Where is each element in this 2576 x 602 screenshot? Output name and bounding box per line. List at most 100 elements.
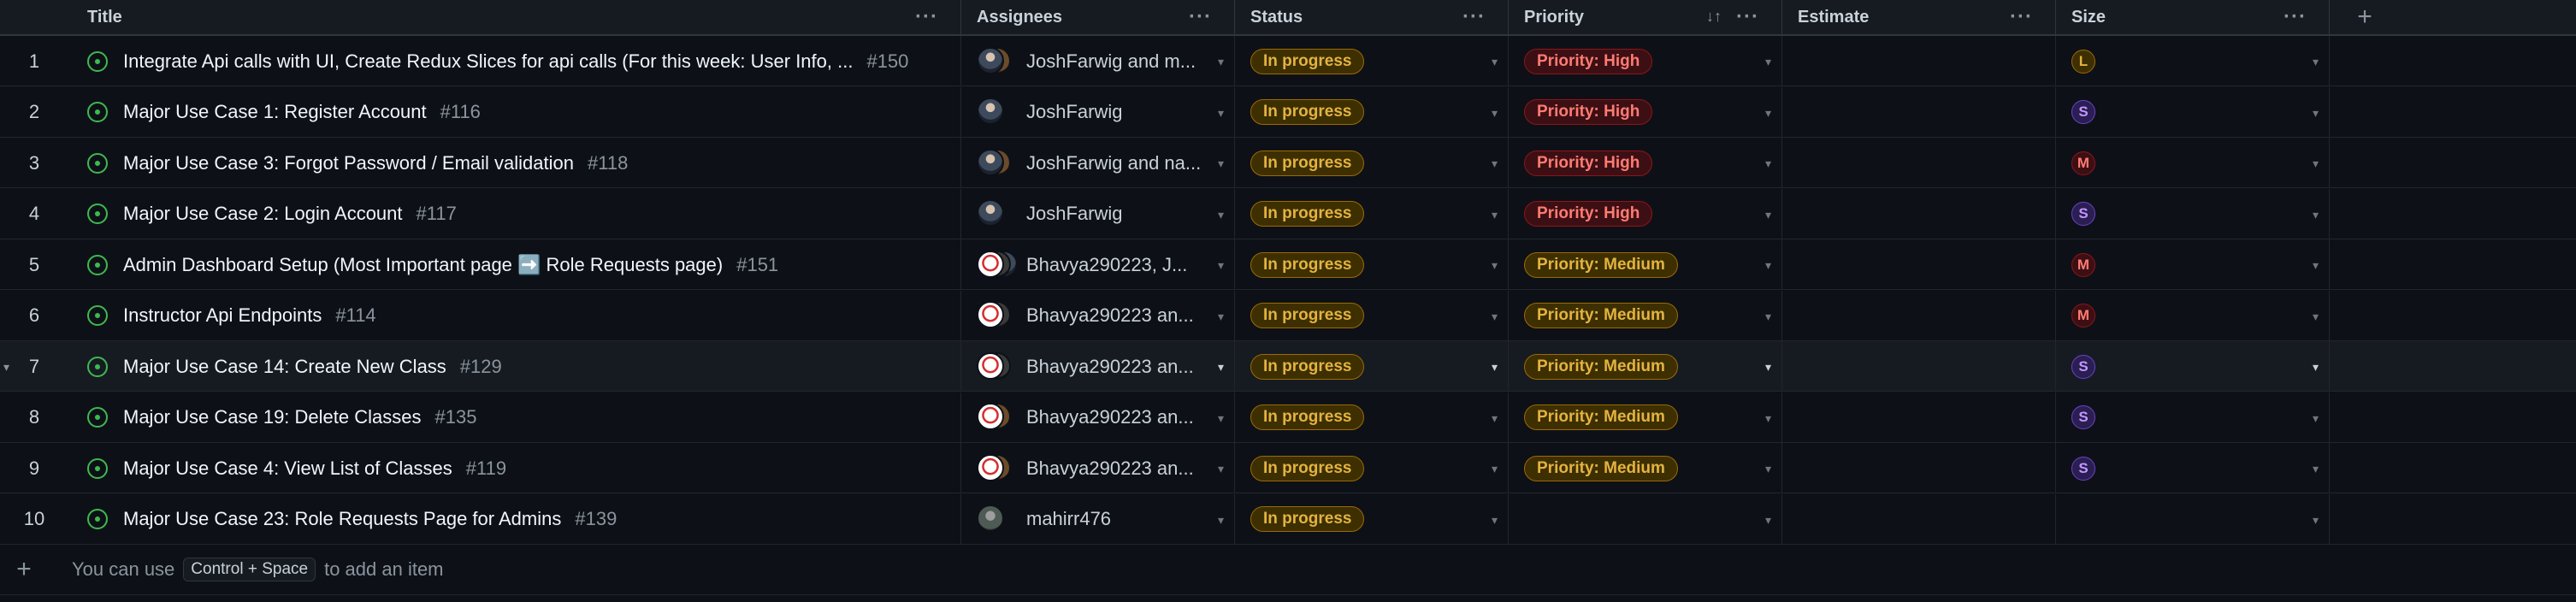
assignees-cell[interactable]: Bhavya290223 an... ▾ bbox=[961, 392, 1235, 443]
chevron-down-icon[interactable]: ▾ bbox=[2313, 360, 2319, 375]
chevron-down-icon[interactable]: ▾ bbox=[2313, 106, 2319, 121]
issue-title-link[interactable]: Major Use Case 3: Forgot Password / Emai… bbox=[123, 152, 574, 174]
priority-cell[interactable]: Priority: Medium ▾ bbox=[1509, 341, 1782, 392]
column-menu-icon[interactable]: ··· bbox=[1462, 5, 1486, 29]
table-row[interactable]: 8 Major Use Case 19: Delete Classes #135 Bh… bbox=[0, 392, 2576, 443]
issue-title-link[interactable]: Major Use Case 14: Create New Class bbox=[123, 356, 446, 378]
table-row[interactable]: 9 Major Use Case 4: View List of Classes #… bbox=[0, 443, 2576, 493]
chevron-down-icon[interactable]: ▾ bbox=[1218, 310, 1224, 324]
title-cell[interactable]: Major Use Case 19: Delete Classes #135 bbox=[68, 392, 961, 443]
table-row[interactable]: 3 Major Use Case 3: Forgot Password / Ema… bbox=[0, 138, 2576, 188]
chevron-down-icon[interactable]: ▾ bbox=[1765, 258, 1771, 273]
chevron-down-icon[interactable]: ▾ bbox=[1492, 156, 1498, 171]
chevron-down-icon[interactable]: ▾ bbox=[1492, 411, 1498, 426]
chevron-down-icon[interactable]: ▾ bbox=[2313, 310, 2319, 324]
issue-number[interactable]: #135 bbox=[434, 406, 476, 428]
estimate-cell[interactable] bbox=[1782, 138, 2056, 188]
chevron-down-icon[interactable]: ▾ bbox=[1765, 513, 1771, 528]
estimate-cell[interactable] bbox=[1782, 188, 2056, 239]
status-cell[interactable]: In progress ▾ bbox=[1235, 138, 1509, 188]
issue-title-link[interactable]: Admin Dashboard Setup (Most Important pa… bbox=[123, 254, 723, 276]
size-cell[interactable]: S ▾ bbox=[2056, 86, 2330, 138]
estimate-cell[interactable] bbox=[1782, 290, 2056, 341]
add-item-row[interactable]: + You can use Control + Space to add an … bbox=[0, 545, 2576, 595]
row-menu-caret-icon[interactable]: ▾ bbox=[3, 360, 9, 375]
assignees-cell[interactable]: JoshFarwig ▾ bbox=[961, 188, 1235, 239]
chevron-down-icon[interactable]: ▾ bbox=[2313, 411, 2319, 426]
estimate-cell[interactable] bbox=[1782, 392, 2056, 443]
estimate-cell[interactable] bbox=[1782, 493, 2056, 545]
issue-number[interactable]: #139 bbox=[575, 508, 617, 530]
title-cell[interactable]: Integrate Api calls with UI, Create Redu… bbox=[68, 36, 961, 86]
title-cell[interactable]: Major Use Case 23: Role Requests Page fo… bbox=[68, 493, 961, 545]
issue-title-link[interactable]: Major Use Case 23: Role Requests Page fo… bbox=[123, 508, 561, 530]
status-cell[interactable]: In progress ▾ bbox=[1235, 341, 1509, 392]
table-row[interactable]: 1 Integrate Api calls with UI, Create Red… bbox=[0, 36, 2576, 86]
issue-number[interactable]: #118 bbox=[588, 152, 628, 174]
issue-number[interactable]: #116 bbox=[440, 101, 481, 123]
column-header-estimate[interactable]: Estimate ··· bbox=[1782, 0, 2056, 34]
table-row[interactable]: 6 Instructor Api Endpoints #114 Bhavya29022… bbox=[0, 290, 2576, 341]
chevron-down-icon[interactable]: ▾ bbox=[1492, 360, 1498, 375]
chevron-down-icon[interactable]: ▾ bbox=[1765, 106, 1771, 121]
chevron-down-icon[interactable]: ▾ bbox=[1765, 156, 1771, 171]
assignees-cell[interactable]: Bhavya290223 an... ▾ bbox=[961, 341, 1235, 392]
plus-icon[interactable]: + bbox=[0, 555, 48, 584]
column-header-size[interactable]: Size ··· bbox=[2056, 0, 2330, 34]
assignees-cell[interactable]: JoshFarwig ▾ bbox=[961, 86, 1235, 138]
table-row[interactable]: 10 Major Use Case 23: Role Requests Page … bbox=[0, 493, 2576, 545]
chevron-down-icon[interactable]: ▾ bbox=[1218, 258, 1224, 273]
table-row[interactable]: 5 Admin Dashboard Setup (Most Important p… bbox=[0, 239, 2576, 290]
title-cell[interactable]: Major Use Case 2: Login Account #117 bbox=[68, 188, 961, 239]
issue-title-link[interactable]: Major Use Case 2: Login Account bbox=[123, 203, 403, 225]
assignees-cell[interactable]: JoshFarwig and na... ▾ bbox=[961, 138, 1235, 188]
size-cell[interactable]: M ▾ bbox=[2056, 138, 2330, 188]
column-menu-icon[interactable]: ··· bbox=[1189, 5, 1212, 29]
column-header-status[interactable]: Status ··· bbox=[1235, 0, 1509, 34]
column-header-assignees[interactable]: Assignees ··· bbox=[961, 0, 1235, 34]
size-cell[interactable]: M ▾ bbox=[2056, 239, 2330, 290]
chevron-down-icon[interactable]: ▾ bbox=[1765, 310, 1771, 324]
column-header-priority[interactable]: Priority ↓↑ ··· bbox=[1509, 0, 1782, 34]
priority-cell[interactable]: Priority: Medium ▾ bbox=[1509, 239, 1782, 290]
chevron-down-icon[interactable]: ▾ bbox=[1218, 360, 1224, 375]
table-row[interactable]: ▾ 7 Major Use Case 14: Create New Class #12… bbox=[0, 341, 2576, 392]
chevron-down-icon[interactable]: ▾ bbox=[1492, 462, 1498, 476]
chevron-down-icon[interactable]: ▾ bbox=[2313, 462, 2319, 476]
issue-title-link[interactable]: Major Use Case 1: Register Account bbox=[123, 101, 427, 123]
column-menu-icon[interactable]: ··· bbox=[2284, 5, 2307, 29]
chevron-down-icon[interactable]: ▾ bbox=[2313, 208, 2319, 222]
issue-title-link[interactable]: Integrate Api calls with UI, Create Redu… bbox=[123, 50, 853, 73]
issue-number[interactable]: #150 bbox=[866, 50, 908, 73]
assignees-cell[interactable]: Bhavya290223, J... ▾ bbox=[961, 239, 1235, 290]
column-header-title[interactable]: Title ··· bbox=[68, 0, 961, 34]
issue-number[interactable]: #129 bbox=[460, 356, 502, 378]
status-cell[interactable]: In progress ▾ bbox=[1235, 188, 1509, 239]
issue-number[interactable]: #117 bbox=[417, 203, 457, 225]
size-cell[interactable]: S ▾ bbox=[2056, 443, 2330, 493]
add-field-button[interactable]: + bbox=[2343, 0, 2386, 34]
assignees-cell[interactable]: JoshFarwig and m... ▾ bbox=[961, 36, 1235, 86]
estimate-cell[interactable] bbox=[1782, 239, 2056, 290]
status-cell[interactable]: In progress ▾ bbox=[1235, 36, 1509, 86]
chevron-down-icon[interactable]: ▾ bbox=[1218, 55, 1224, 69]
sort-ascending-icon[interactable]: ↓↑ bbox=[1706, 8, 1722, 26]
title-cell[interactable]: Major Use Case 14: Create New Class #129 bbox=[68, 341, 961, 392]
priority-cell[interactable]: Priority: High ▾ bbox=[1509, 86, 1782, 138]
status-cell[interactable]: In progress ▾ bbox=[1235, 392, 1509, 443]
priority-cell[interactable]: Priority: High ▾ bbox=[1509, 188, 1782, 239]
chevron-down-icon[interactable]: ▾ bbox=[1492, 208, 1498, 222]
status-cell[interactable]: In progress ▾ bbox=[1235, 290, 1509, 341]
status-cell[interactable]: In progress ▾ bbox=[1235, 86, 1509, 138]
title-cell[interactable]: Major Use Case 1: Register Account #116 bbox=[68, 86, 961, 138]
chevron-down-icon[interactable]: ▾ bbox=[1218, 106, 1224, 121]
chevron-down-icon[interactable]: ▾ bbox=[1492, 106, 1498, 121]
title-cell[interactable]: Major Use Case 3: Forgot Password / Emai… bbox=[68, 138, 961, 188]
title-cell[interactable]: Major Use Case 4: View List of Classes #1… bbox=[68, 443, 961, 493]
chevron-down-icon[interactable]: ▾ bbox=[2313, 55, 2319, 69]
column-menu-icon[interactable]: ··· bbox=[915, 5, 938, 29]
status-cell[interactable]: In progress ▾ bbox=[1235, 239, 1509, 290]
estimate-cell[interactable] bbox=[1782, 86, 2056, 138]
size-cell[interactable]: ▾ bbox=[2056, 493, 2330, 545]
issue-number[interactable]: #114 bbox=[335, 304, 375, 327]
